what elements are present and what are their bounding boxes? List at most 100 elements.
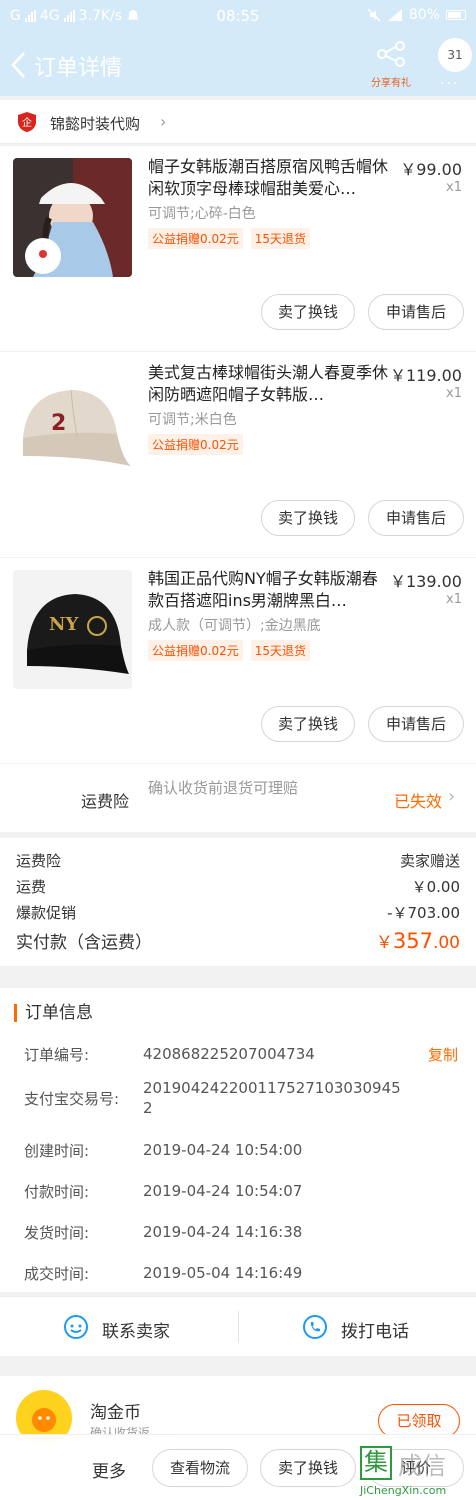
order-info-panel: 订单信息 订单编号: 420868225207004734 复制 支付宝交易号:… <box>0 988 476 1292</box>
charity-tag: 公益捐赠0.02元 <box>148 640 243 661</box>
contact-seller-button[interactable]: 联系卖家 <box>0 1297 238 1357</box>
product-image[interactable]: NY <box>13 570 132 689</box>
shop-header[interactable]: 企 锦懿时装代购 › <box>0 100 476 144</box>
phone-icon <box>303 1315 327 1339</box>
product-tags: 公益捐赠0.02元 15天退货 <box>148 228 311 249</box>
status-right: 80% <box>367 7 466 23</box>
order-number: 420868225207004734 <box>143 1045 315 1063</box>
product-sku: 可调节;心碎-白色 <box>148 206 256 222</box>
summary-value: -￥703.00 <box>387 904 460 922</box>
after-sales-button[interactable]: 申请售后 <box>368 500 464 536</box>
product-qty: x1 <box>446 386 462 401</box>
price-summary: 运费险 卖家赠送 运费 ￥0.00 爆款促销 -￥703.00 实付款（含运费）… <box>0 838 476 966</box>
product-image[interactable]: 2 <box>13 364 132 483</box>
chat-icon <box>64 1315 88 1339</box>
summary-label: 爆款促销 <box>16 904 77 922</box>
message-badge[interactable]: 31 <box>438 38 472 72</box>
total-amount: ￥357.00 <box>376 928 460 953</box>
total-currency: ￥ <box>375 933 393 953</box>
summary-row: 爆款促销 -￥703.00 <box>16 902 460 923</box>
product-sku: 成人款（可调节）;金边黑底 <box>148 618 321 634</box>
chevron-right-icon: › <box>160 112 167 131</box>
product-tags: 公益捐赠0.02元 15天退货 <box>148 640 311 661</box>
paid-time: 2019-04-24 10:54:07 <box>143 1182 303 1200</box>
svg-text:企: 企 <box>22 116 32 129</box>
coin-claimed-button[interactable]: 已领取 <box>378 1404 460 1438</box>
after-sales-button[interactable]: 申请售后 <box>368 706 464 742</box>
page-title: 订单详情 <box>34 56 123 81</box>
info-label: 支付宝交易号: <box>24 1090 120 1108</box>
summary-value: 卖家赠送 <box>399 852 460 870</box>
product-price: ￥139.00 <box>390 572 462 591</box>
back-arrow-icon[interactable] <box>8 48 32 82</box>
contact-bar: 联系卖家 拨打电话 <box>0 1296 476 1356</box>
order-item[interactable]: NY 韩国正品代购NY帽子女韩版潮春款百搭遮阳ins男潮牌黑白… ￥139.00… <box>0 558 476 763</box>
watermark-url: JiChengXin.com <box>360 1484 447 1497</box>
more-menu-icon[interactable]: ··· <box>440 76 459 92</box>
watermark-logo: 集 <box>360 1446 392 1480</box>
copy-button[interactable]: 复制 <box>428 1044 458 1065</box>
summary-label: 运费 <box>16 878 47 896</box>
after-sales-button[interactable]: 申请售后 <box>368 294 464 330</box>
product-qty: x1 <box>446 592 462 607</box>
coin-title: 淘金币 <box>90 1403 141 1423</box>
charity-tag: 公益捐赠0.02元 <box>148 434 243 455</box>
watermark-text: 成信 <box>398 1452 446 1480</box>
chevron-right-icon: › <box>448 786 456 807</box>
info-label: 成交时间: <box>24 1265 90 1283</box>
total-integer: 357 <box>392 929 433 953</box>
nav-bar: 订单详情 分享有礼 31 ··· <box>0 34 476 96</box>
product-image[interactable] <box>13 158 132 277</box>
freight-insurance-label: 运费险 <box>81 792 130 811</box>
total-row: 实付款（含运费） ￥357.00 <box>16 928 460 953</box>
shop-name[interactable]: 锦懿时装代购 <box>50 113 140 134</box>
charity-tag: 公益捐赠0.02元 <box>148 228 243 249</box>
return-tag: 15天退货 <box>250 228 311 249</box>
created-time: 2019-04-24 10:54:00 <box>143 1141 303 1159</box>
resell-button[interactable]: 卖了换钱 <box>260 1449 356 1487</box>
info-label: 创建时间: <box>24 1142 90 1160</box>
call-phone-button[interactable]: 拨打电话 <box>239 1297 476 1357</box>
summary-row: 运费险 卖家赠送 <box>16 850 460 871</box>
svg-text:2: 2 <box>51 411 66 436</box>
freight-insurance-desc: 确认收货前退货可理赔 <box>148 779 299 797</box>
return-tag: 15天退货 <box>250 640 311 661</box>
info-label: 付款时间: <box>24 1183 90 1201</box>
summary-value: ￥0.00 <box>411 878 460 896</box>
deal-time: 2019-05-04 14:16:49 <box>143 1264 303 1282</box>
info-label: 订单编号: <box>24 1046 90 1064</box>
total-label: 实付款（含运费） <box>16 933 152 953</box>
share-button[interactable]: 分享有礼 <box>366 40 416 89</box>
order-item[interactable]: 帽子女韩版潮百搭原宿风鸭舌帽休闲软顶字母棒球帽甜美爱心… ￥99.00 x1 可… <box>0 146 476 351</box>
more-button[interactable]: 更多 <box>92 1457 126 1482</box>
freight-insurance-status[interactable]: 已失效 <box>394 788 442 812</box>
freight-insurance-row[interactable]: 运费险 确认收货前退货可理赔 已失效 › <box>0 764 476 832</box>
product-title[interactable]: 帽子女韩版潮百搭原宿风鸭舌帽休闲软顶字母棒球帽甜美爱心… <box>148 156 388 200</box>
summary-row: 运费 ￥0.00 <box>16 876 460 897</box>
call-phone-label: 拨打电话 <box>341 1322 409 1342</box>
product-tags: 公益捐赠0.02元 <box>148 434 243 455</box>
product-title[interactable]: 美式复古棒球帽街头潮人春夏季休闲防晒遮阳帽子女韩版… <box>148 362 388 406</box>
resell-button[interactable]: 卖了换钱 <box>261 294 355 330</box>
share-label: 分享有礼 <box>371 78 411 89</box>
contact-seller-label: 联系卖家 <box>102 1322 170 1342</box>
order-item[interactable]: 2 美式复古棒球帽街头潮人春夏季休闲防晒遮阳帽子女韩版… ￥119.00 x1 … <box>0 352 476 557</box>
share-icon <box>377 41 405 67</box>
signal-4g-icon <box>387 9 402 21</box>
total-decimal: .00 <box>432 933 460 953</box>
product-title[interactable]: 韩国正品代购NY帽子女韩版潮春款百搭遮阳ins男潮牌黑白… <box>148 568 388 612</box>
resell-button[interactable]: 卖了换钱 <box>261 500 355 536</box>
shipped-time: 2019-04-24 14:16:38 <box>143 1223 303 1241</box>
status-bar: G 4G 3.7K/s 08:55 80% <box>0 0 476 34</box>
summary-label: 运费险 <box>16 852 62 870</box>
product-price: ￥99.00 <box>400 160 462 179</box>
watermark: 集 成信 JiChengXin.com <box>360 1446 470 1497</box>
shop-badge-icon: 企 <box>18 112 36 132</box>
resell-button[interactable]: 卖了换钱 <box>261 706 355 742</box>
info-label: 发货时间: <box>24 1224 90 1242</box>
view-logistics-button[interactable]: 查看物流 <box>152 1449 248 1487</box>
battery-percent: 80% <box>408 7 440 23</box>
silent-icon <box>367 8 381 22</box>
product-price: ￥119.00 <box>390 366 462 385</box>
svg-text:NY: NY <box>49 614 79 635</box>
